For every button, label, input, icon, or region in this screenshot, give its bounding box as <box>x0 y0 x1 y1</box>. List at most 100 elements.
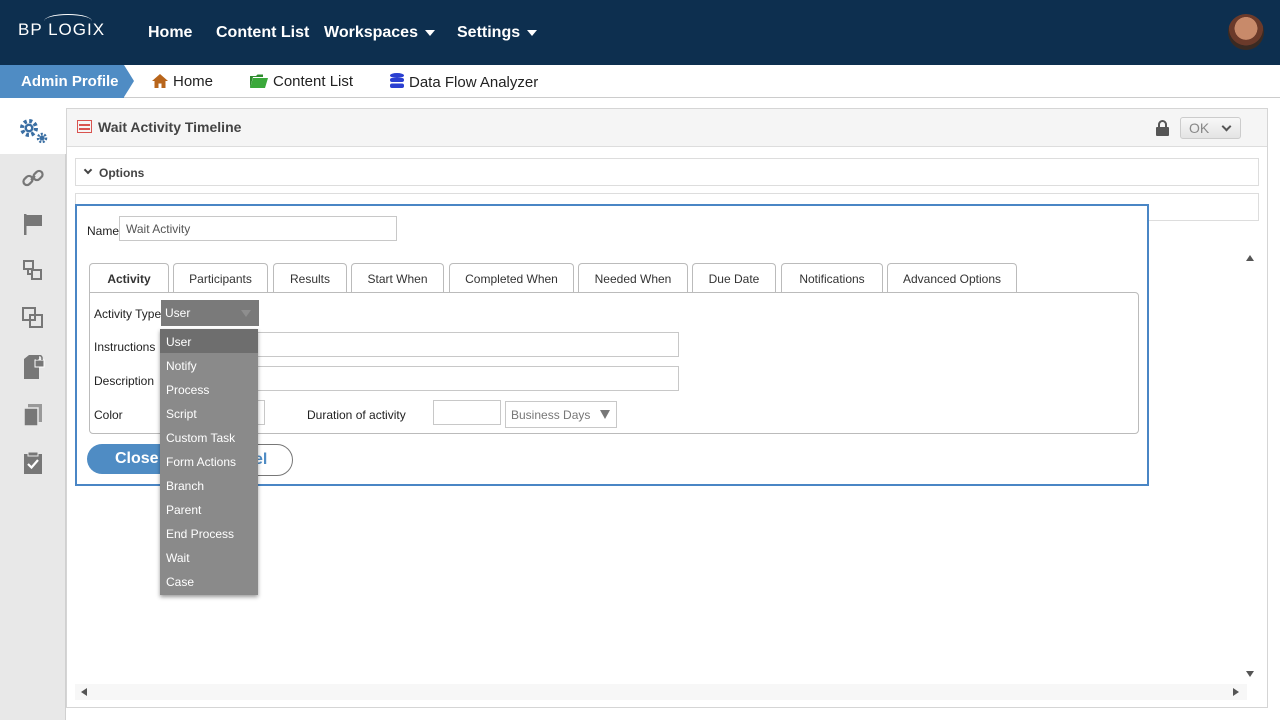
nav-content-list[interactable]: Content List <box>216 24 309 42</box>
tab-activity-label: Activity <box>107 272 151 286</box>
breadcrumb-bar: Admin Profile Home Content List Data Flo… <box>0 65 1280 98</box>
home-icon <box>152 74 168 88</box>
dropdown-option-branch[interactable]: Branch <box>160 473 258 497</box>
option-label: Case <box>166 575 195 589</box>
tab-start-when[interactable]: Start When <box>351 263 444 293</box>
documents-icon <box>23 404 42 427</box>
dropdown-option-user[interactable]: User <box>160 329 258 353</box>
name-value: Wait Activity <box>126 222 191 236</box>
duration-input[interactable] <box>433 400 501 425</box>
dropdown-option-wait[interactable]: Wait <box>160 545 258 569</box>
tab-start-when-label: Start When <box>367 272 428 286</box>
panel-header: Wait Activity Timeline OK <box>67 109 1267 147</box>
tab-activity[interactable]: Activity <box>89 263 169 294</box>
options-section[interactable]: Options <box>75 158 1259 186</box>
tab-results-label: Results <box>289 272 330 286</box>
tab-completed-when-label: Completed When <box>465 272 558 286</box>
bp-logix-logo[interactable]: BP LOGIX <box>18 14 105 40</box>
duration-label: Duration of activity <box>307 408 406 422</box>
caret-down-icon <box>527 29 538 36</box>
page-title: Wait Activity Timeline <box>98 119 242 135</box>
sidebar-checklist[interactable] <box>0 440 66 486</box>
scroll-up-arrow[interactable] <box>1246 255 1254 261</box>
color-label: Color <box>94 408 123 422</box>
option-label: Form Actions <box>166 455 237 469</box>
tab-advanced-options[interactable]: Advanced Options <box>887 263 1017 293</box>
dropdown-arrow-icon <box>600 410 610 419</box>
sidebar-locked-document[interactable] <box>0 344 66 390</box>
breadcrumb-data-flow-label: Data Flow Analyzer <box>409 74 539 91</box>
option-label: Parent <box>166 503 202 517</box>
activity-type-label: Activity Type <box>94 307 162 321</box>
nav-settings[interactable]: Settings <box>457 24 538 42</box>
ok-button[interactable]: OK <box>1180 117 1241 139</box>
admin-profile-label: Admin Profile <box>21 73 119 90</box>
activity-type-value: User <box>165 306 191 320</box>
dropdown-option-parent[interactable]: Parent <box>160 497 258 521</box>
timeline-icon <box>77 120 92 133</box>
link-icon <box>22 169 44 187</box>
chevron-down-icon <box>1221 121 1232 132</box>
top-navbar: BP LOGIX Home Content List Workspaces Se… <box>0 0 1280 65</box>
tab-advanced-options-label: Advanced Options <box>902 272 1002 286</box>
lock-icon[interactable] <box>1156 120 1169 136</box>
nav-home[interactable]: Home <box>148 24 192 42</box>
sidebar-link[interactable] <box>0 155 66 201</box>
breadcrumb-data-flow-analyzer[interactable]: Data Flow Analyzer <box>390 73 538 91</box>
dropdown-option-process[interactable]: Process <box>160 377 258 401</box>
duration-unit-select[interactable]: Business Days <box>505 401 617 428</box>
tab-due-date[interactable]: Due Date <box>692 263 776 293</box>
tab-notifications[interactable]: Notifications <box>781 263 883 293</box>
option-label: Branch <box>166 479 205 493</box>
copy-layers-icon <box>22 307 43 328</box>
admin-profile-tab[interactable]: Admin Profile <box>0 65 134 98</box>
flag-icon <box>24 214 42 235</box>
breadcrumb-home[interactable]: Home <box>152 73 213 90</box>
gears-icon <box>20 119 48 144</box>
option-label: Process <box>166 383 210 397</box>
sidebar-workflow[interactable] <box>0 247 66 293</box>
database-icon <box>390 73 404 88</box>
tab-needed-when[interactable]: Needed When <box>578 263 688 293</box>
scroll-left-arrow[interactable] <box>81 688 87 696</box>
horizontal-scrollbar[interactable] <box>75 684 1247 700</box>
dropdown-option-script[interactable]: Script <box>160 401 258 425</box>
workflow-icon <box>23 260 42 280</box>
dropdown-option-custom-task[interactable]: Custom Task <box>160 425 258 449</box>
duration-unit-value: Business Days <box>511 408 591 422</box>
sidebar-gears[interactable] <box>0 108 66 154</box>
activity-type-dropdown-list: User Notify Process Script Custom Task F… <box>160 329 258 595</box>
dropdown-option-case[interactable]: Case <box>160 569 258 593</box>
name-label: Name <box>87 224 120 238</box>
caret-down-icon <box>424 29 435 36</box>
tab-participants[interactable]: Participants <box>173 263 268 293</box>
dropdown-option-end-process[interactable]: End Process <box>160 521 258 545</box>
dropdown-option-form-actions[interactable]: Form Actions <box>160 449 258 473</box>
tab-completed-when[interactable]: Completed When <box>449 263 574 293</box>
activity-type-select[interactable]: User <box>161 300 259 326</box>
option-label: Script <box>166 407 197 421</box>
scroll-right-arrow[interactable] <box>1233 688 1239 696</box>
breadcrumb-content-list-label: Content List <box>273 73 354 90</box>
sidebar-layers[interactable] <box>0 295 66 341</box>
close-button-label: Close <box>115 450 159 467</box>
instructions-label: Instructions <box>94 340 156 354</box>
dropdown-option-notify[interactable]: Notify <box>160 353 258 377</box>
breadcrumb-content-list[interactable]: Content List <box>250 73 353 90</box>
user-avatar[interactable] <box>1228 14 1264 50</box>
nav-settings-label: Settings <box>457 24 521 41</box>
nav-workspaces[interactable]: Workspaces <box>324 24 435 42</box>
sidebar-documents[interactable] <box>0 392 66 438</box>
tab-results[interactable]: Results <box>273 263 347 293</box>
sidebar-flag[interactable] <box>0 201 66 247</box>
scroll-down-arrow[interactable] <box>1246 671 1254 677</box>
option-label: Notify <box>166 359 197 373</box>
active-tab-gap <box>90 293 169 294</box>
chevron-down-icon <box>83 165 93 175</box>
nav-home-label: Home <box>148 24 193 41</box>
description-label: Description <box>94 374 155 388</box>
name-input[interactable]: Wait Activity <box>119 216 397 241</box>
tab-participants-label: Participants <box>189 272 252 286</box>
folder-icon <box>250 74 268 88</box>
breadcrumb-home-label: Home <box>173 73 214 90</box>
